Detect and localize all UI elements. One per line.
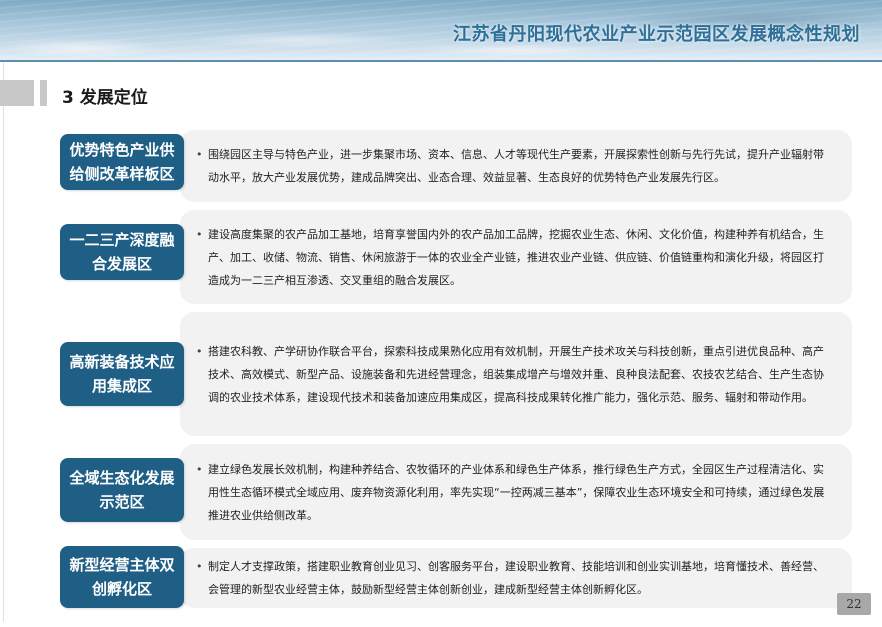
page-number: 22 bbox=[837, 593, 871, 615]
header-banner: 江苏省丹阳现代农业产业示范园区发展概念性规划 bbox=[0, 0, 882, 60]
header-divider bbox=[0, 60, 882, 62]
positioning-description: 制定人才支撑政策，搭建职业教育创业见习、创客服务平台，建设职业教育、技能培训和创… bbox=[196, 548, 834, 608]
section-marker-stripe bbox=[40, 80, 47, 106]
positioning-description: 建立绿色发展长效机制，构建种养结合、农牧循环的产业体系和绿色生产体系，推行绿色生… bbox=[196, 444, 834, 540]
positioning-row-1: 优势特色产业供给侧改革样板区 围绕园区主导与特色产业，进一步集聚市场、资本、信息… bbox=[60, 130, 852, 202]
positioning-row-3: 高新装备技术应用集成区 搭建农科教、产学研协作联合平台，探索科技成果熟化应用有效… bbox=[60, 312, 852, 436]
section-marker-block bbox=[0, 80, 34, 106]
left-frame-line bbox=[3, 62, 4, 622]
positioning-row-5: 新型经营主体双创孵化区 制定人才支撑政策，搭建职业教育创业见习、创客服务平台，建… bbox=[60, 546, 852, 608]
positioning-row-4: 全域生态化发展示范区 建立绿色发展长效机制，构建种养结合、农牧循环的产业体系和绿… bbox=[60, 444, 852, 540]
positioning-description: 围绕园区主导与特色产业，进一步集聚市场、资本、信息、人才等现代生产要素，开展探索… bbox=[196, 130, 834, 202]
positioning-label: 一二三产深度融合发展区 bbox=[60, 224, 184, 280]
positioning-label: 全域生态化发展示范区 bbox=[60, 458, 184, 522]
positioning-description: 建设高度集聚的农产品加工基地，培育享誉国内外的农产品加工品牌，挖掘农业生态、休闲… bbox=[196, 210, 834, 304]
positioning-label: 新型经营主体双创孵化区 bbox=[60, 546, 184, 608]
positioning-row-2: 一二三产深度融合发展区 建设高度集聚的农产品加工基地，培育享誉国内外的农产品加工… bbox=[60, 210, 852, 304]
positioning-label: 高新装备技术应用集成区 bbox=[60, 342, 184, 406]
positioning-description: 搭建农科教、产学研协作联合平台，探索科技成果熟化应用有效机制，开展生产技术攻关与… bbox=[196, 312, 834, 436]
section-title: 3 发展定位 bbox=[62, 88, 148, 108]
document-title: 江苏省丹阳现代农业产业示范园区发展概念性规划 bbox=[453, 24, 860, 45]
positioning-label: 优势特色产业供给侧改革样板区 bbox=[60, 134, 184, 190]
